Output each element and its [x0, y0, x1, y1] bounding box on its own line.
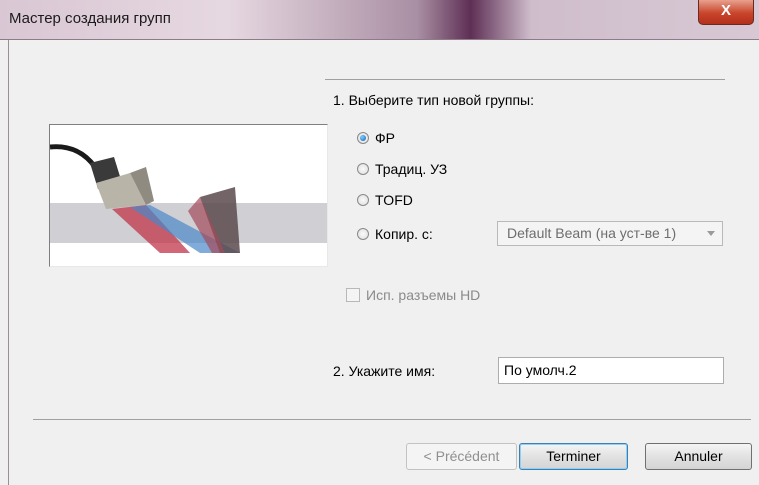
group-name-value: По умолч.2: [504, 362, 577, 378]
finish-button[interactable]: Terminer: [519, 443, 628, 470]
phased-array-probe-illustration: [49, 124, 328, 267]
separator-bottom: [33, 419, 751, 420]
hd-connectors-checkbox-box[interactable]: [346, 288, 360, 302]
radio-tofd[interactable]: TOFD: [357, 192, 413, 208]
close-button[interactable]: X: [698, 0, 754, 25]
radio-conventional-ut-indicator[interactable]: [357, 163, 369, 175]
radio-pa[interactable]: ФР: [357, 130, 395, 146]
step1-label: 1. Выберите тип новой группы:: [333, 92, 534, 108]
hd-connectors-checkbox[interactable]: Исп. разъемы HD: [346, 287, 480, 303]
radio-conventional-ut-label: Традиц. УЗ: [375, 161, 448, 177]
close-icon: X: [720, 2, 731, 19]
radio-tofd-indicator[interactable]: [357, 194, 369, 206]
separator-top: [325, 79, 725, 80]
chevron-down-icon[interactable]: [707, 231, 715, 236]
radio-pa-indicator[interactable]: [357, 132, 369, 144]
radio-copy-from[interactable]: Копир. с:: [357, 226, 433, 242]
copy-source-value: Default Beam (на уст-ве 1): [507, 225, 677, 241]
radio-copy-from-indicator[interactable]: [357, 228, 369, 240]
probe-illustration-svg: [50, 144, 327, 253]
hd-connectors-label: Исп. разъемы HD: [366, 287, 481, 303]
back-button-label: < Précédent: [423, 448, 500, 464]
back-button[interactable]: < Précédent: [406, 443, 517, 470]
copy-source-dropdown[interactable]: Default Beam (на уст-ве 1): [497, 221, 723, 246]
radio-tofd-label: TOFD: [375, 192, 413, 208]
step2-label: 2. Укажите имя:: [333, 363, 436, 379]
radio-conventional-ut[interactable]: Традиц. УЗ: [357, 161, 447, 177]
finish-button-label: Terminer: [546, 448, 601, 464]
group-name-input[interactable]: По умолч.2: [498, 357, 724, 384]
probe-cable: [50, 144, 98, 169]
radio-pa-label: ФР: [375, 130, 395, 146]
cancel-button[interactable]: Annuler: [645, 443, 752, 470]
title-bar: Мастер создания групп X: [0, 0, 759, 40]
radio-copy-from-label: Копир. с:: [375, 226, 433, 242]
window-title: Мастер создания групп: [9, 10, 171, 27]
cancel-button-label: Annuler: [674, 448, 723, 464]
